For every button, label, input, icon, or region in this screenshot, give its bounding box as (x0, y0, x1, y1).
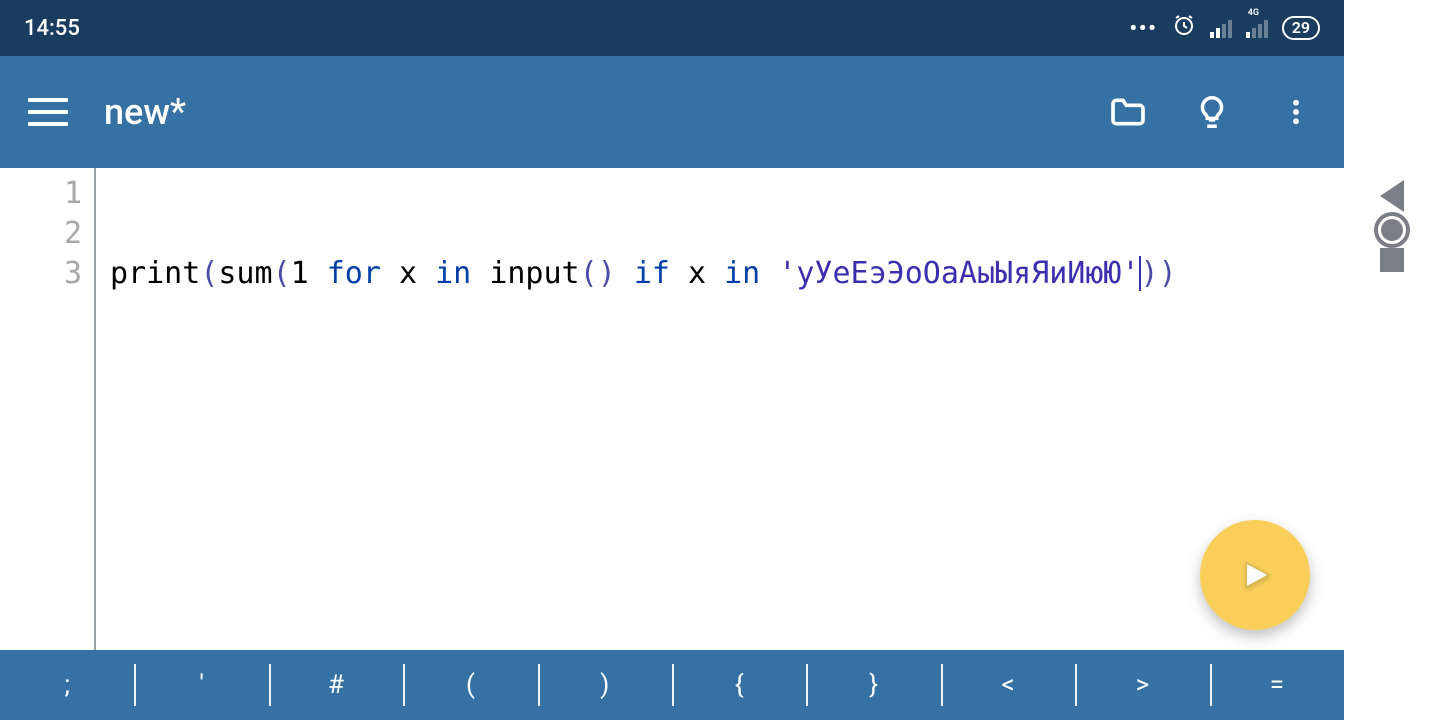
token: if (634, 256, 670, 291)
circle-home-icon (1374, 212, 1410, 248)
triangle-back-icon (1380, 180, 1404, 212)
token: print (110, 256, 200, 291)
symbol-key[interactable]: } (806, 650, 940, 720)
token (760, 256, 778, 291)
device-nav-pane (1344, 0, 1440, 720)
symbol-key[interactable]: < (941, 650, 1075, 720)
symbol-label: { (735, 670, 744, 700)
line-number: 3 (0, 254, 82, 294)
open-folder-button[interactable] (1100, 84, 1156, 140)
signal-1-icon (1210, 18, 1232, 38)
symbol-label: ( (466, 670, 475, 700)
symbol-key[interactable]: ; (0, 650, 134, 720)
status-right: ••• 4G 29 (1130, 13, 1321, 43)
token (471, 256, 489, 291)
more-dots-icon: ••• (1130, 16, 1158, 40)
symbol-key[interactable]: { (672, 650, 806, 720)
folder-icon (1108, 92, 1148, 132)
symbol-bar: ; ' # ( ) { } < > = (0, 650, 1344, 720)
status-bar: 14:55 ••• 4G 29 (0, 0, 1344, 56)
play-icon (1234, 554, 1276, 596)
line-number: 2 (0, 214, 82, 254)
token: in (724, 256, 760, 291)
token: sum (218, 256, 272, 291)
token: in (435, 256, 471, 291)
nav-recent-button[interactable] (1372, 248, 1412, 272)
nav-home-button[interactable] (1372, 212, 1412, 248)
symbol-label: ' (199, 670, 204, 700)
token: ( (273, 256, 291, 291)
symbol-key[interactable]: ) (538, 650, 672, 720)
menu-button[interactable] (20, 84, 76, 140)
symbol-key[interactable]: ' (134, 650, 268, 720)
symbol-label: = (1270, 670, 1284, 700)
symbol-label: > (1136, 670, 1150, 700)
token: ) (1141, 256, 1159, 291)
symbol-label: < (1001, 670, 1014, 700)
symbol-label: ; (64, 670, 70, 700)
symbol-label: # (328, 670, 344, 700)
alarm-icon (1172, 13, 1196, 43)
nav-back-button[interactable] (1372, 180, 1412, 212)
battery-indicator: 29 (1282, 16, 1320, 40)
symbol-key[interactable]: ( (403, 650, 537, 720)
run-button[interactable] (1200, 520, 1310, 630)
token: ( (580, 256, 598, 291)
token: x (399, 256, 435, 291)
file-title: new* (104, 91, 186, 133)
symbol-key[interactable]: # (269, 650, 403, 720)
token: for (327, 256, 381, 291)
symbol-label: } (869, 670, 878, 700)
code-line-1[interactable]: print(sum(1 for x in input() if x in 'уУ… (110, 254, 1177, 294)
status-time: 14:55 (24, 16, 80, 41)
code-area[interactable]: print(sum(1 for x in input() if x in 'уУ… (96, 168, 1177, 650)
symbol-key[interactable]: > (1075, 650, 1209, 720)
hamburger-icon (28, 98, 68, 126)
token (670, 256, 688, 291)
overflow-menu-button[interactable] (1268, 84, 1324, 140)
token: 1 (291, 256, 327, 291)
app-bar: new* (0, 56, 1344, 168)
more-vertical-icon (1280, 96, 1312, 128)
lightbulb-icon (1193, 93, 1231, 131)
code-line-2[interactable] (110, 374, 1177, 414)
hint-button[interactable] (1184, 84, 1240, 140)
network-label: 4G (1248, 8, 1259, 18)
token: input (489, 256, 579, 291)
symbol-label: ) (600, 670, 609, 700)
line-gutter: 1 2 3 (0, 168, 96, 650)
square-recent-icon (1380, 248, 1404, 272)
signal-2-icon: 4G (1246, 18, 1268, 38)
line-number: 1 (0, 174, 82, 214)
token: ( (200, 256, 218, 291)
code-line-3[interactable] (110, 494, 1177, 534)
token: 'уУеЕэЭоОаАыЫяЯиИюЮ' (778, 256, 1139, 291)
token: ) (1159, 256, 1177, 291)
token: ) (598, 256, 634, 291)
token: x (688, 256, 724, 291)
token (381, 256, 399, 291)
symbol-key[interactable]: = (1210, 650, 1344, 720)
code-editor[interactable]: 1 2 3 print(sum(1 for x in input() if x … (0, 168, 1344, 650)
